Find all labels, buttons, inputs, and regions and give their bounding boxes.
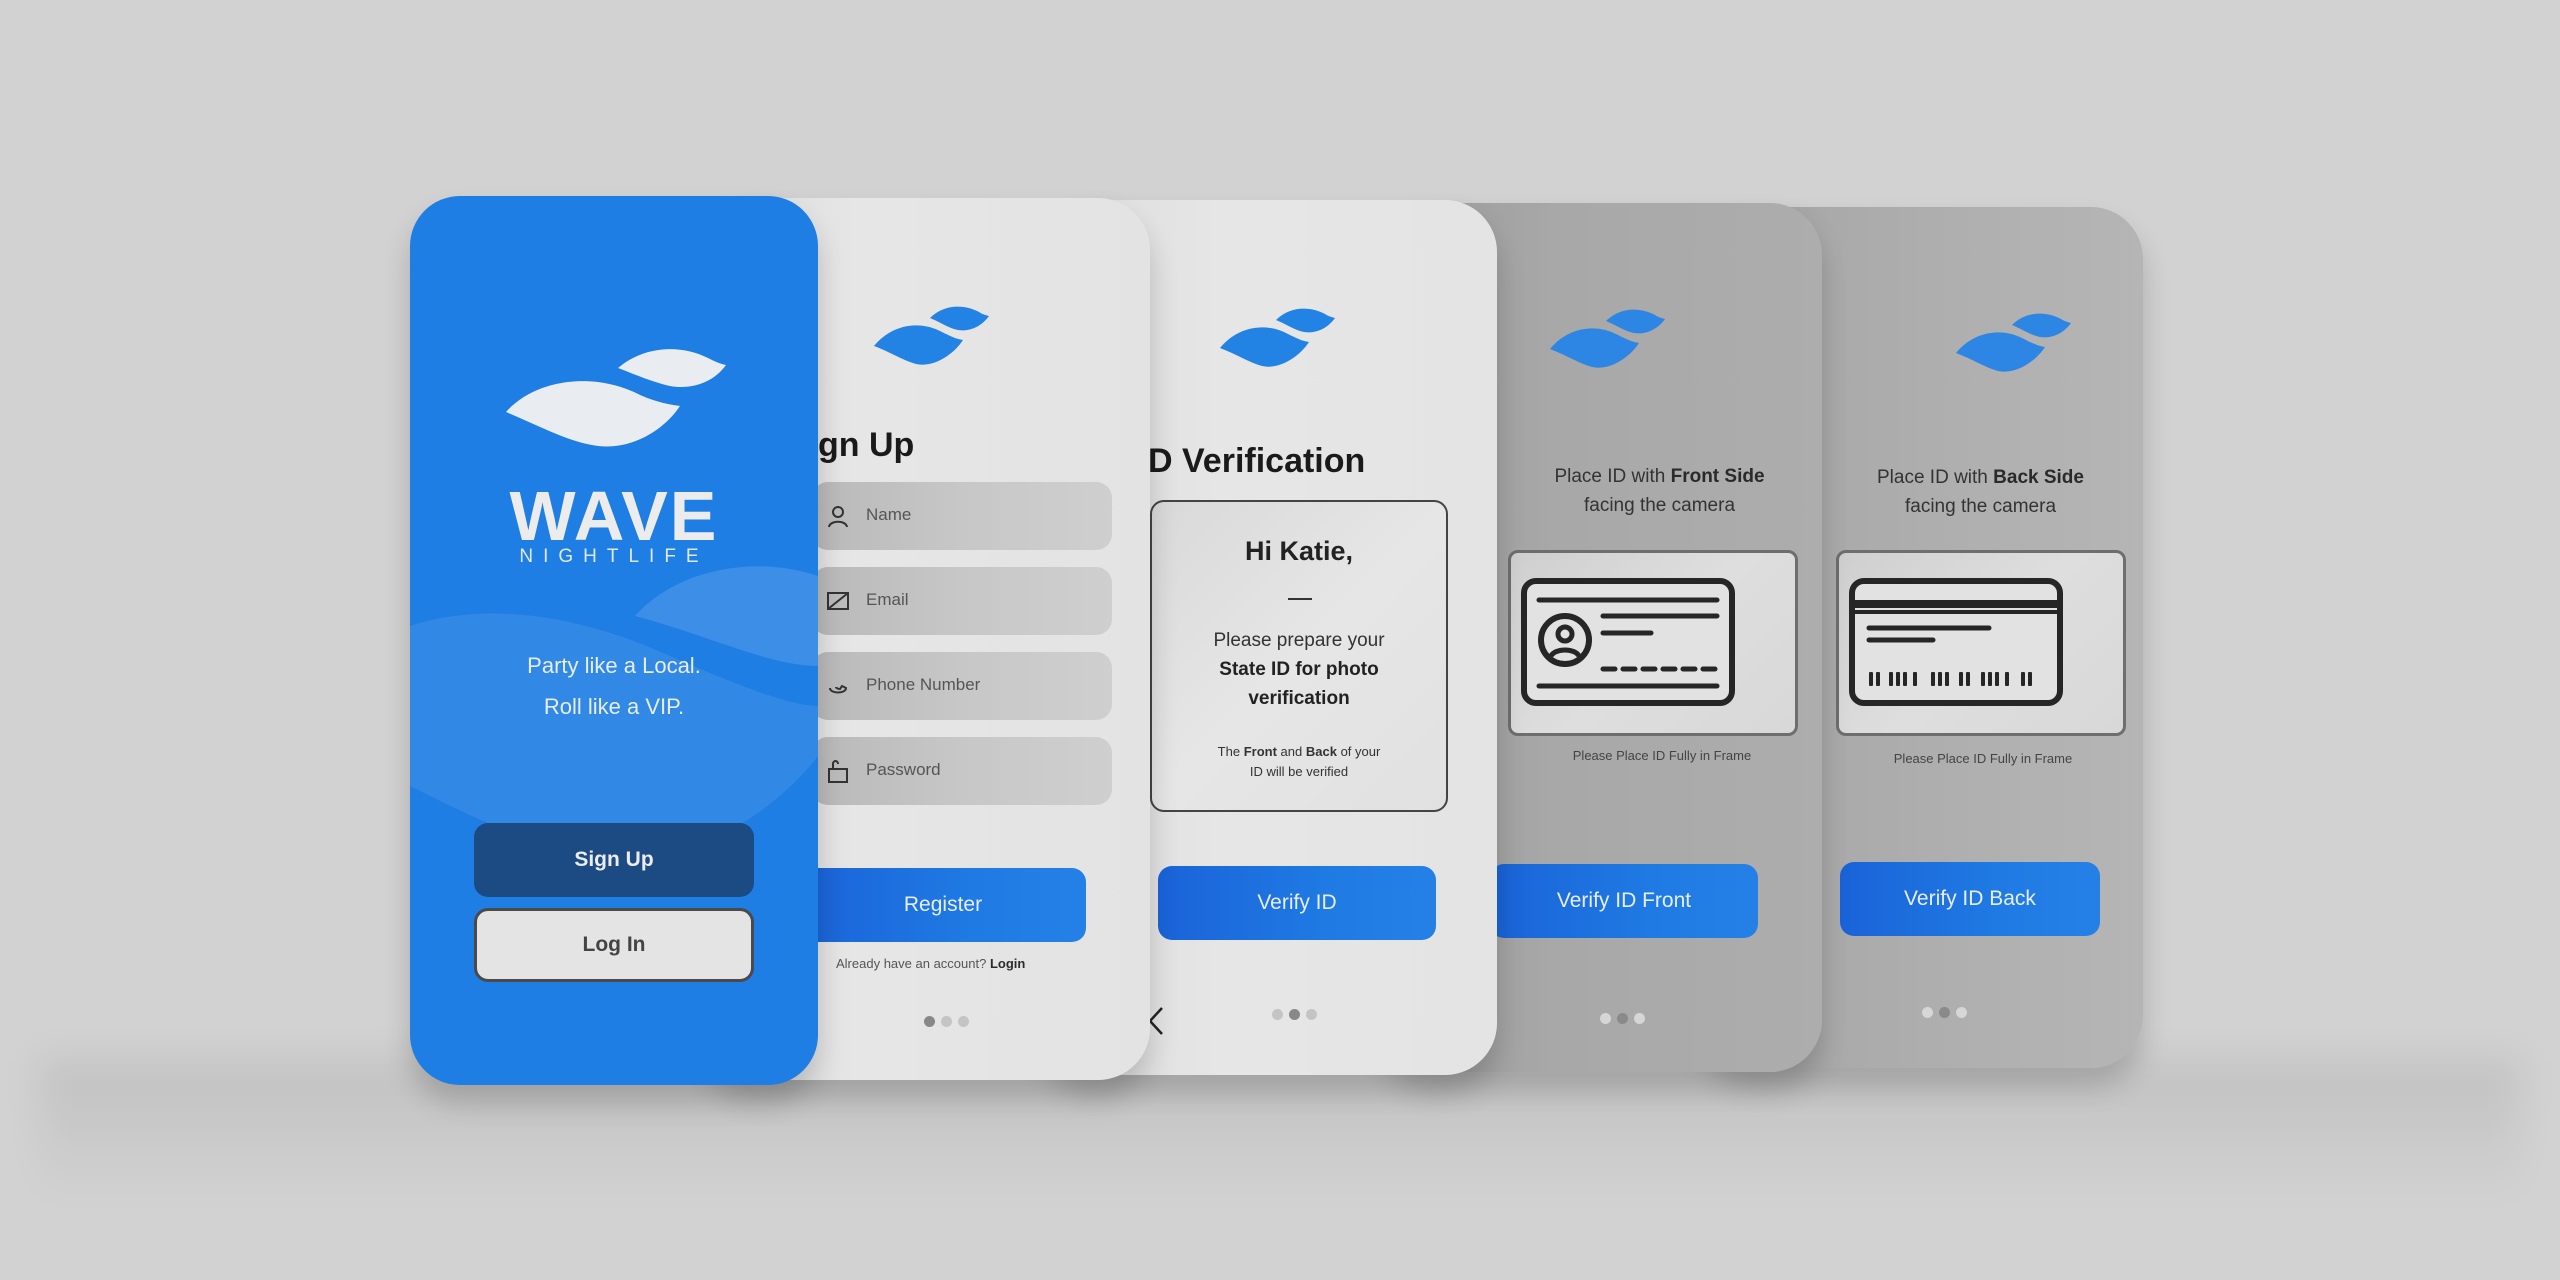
id-card-back-icon bbox=[1849, 578, 2063, 706]
tagline-line2: Roll like a VIP. bbox=[543, 694, 685, 719]
page-indicator bbox=[1922, 1007, 1967, 1018]
wave-logo-icon bbox=[1218, 304, 1344, 370]
instructions-card: Hi Katie, Please prepare your State ID f… bbox=[1150, 500, 1448, 812]
verification-note: The Front and Back of your ID will be ve… bbox=[1217, 744, 1381, 779]
mail-icon bbox=[827, 592, 849, 610]
greeting: Hi Katie, bbox=[1244, 536, 1354, 566]
verify-id-back-button[interactable]: Verify ID Back bbox=[1840, 862, 2100, 936]
verify-id-button[interactable]: Verify ID bbox=[1158, 866, 1436, 940]
page-indicator bbox=[1600, 1013, 1645, 1024]
login-link[interactable]: Login bbox=[990, 956, 1025, 971]
sign-up-button[interactable]: Sign Up bbox=[474, 823, 754, 897]
page-dot[interactable] bbox=[958, 1016, 969, 1027]
name-field[interactable]: Name bbox=[812, 482, 1112, 550]
frame-caption: Please Place ID Fully in Frame bbox=[1572, 748, 1752, 763]
brand-subtitle: NIGHTLIFE bbox=[519, 546, 709, 567]
page-dot[interactable] bbox=[1272, 1009, 1283, 1020]
wave-logo-icon bbox=[504, 346, 730, 450]
email-placeholder: Email bbox=[866, 590, 909, 609]
floor-shadow bbox=[40, 1060, 2520, 1200]
password-field[interactable]: Password bbox=[812, 737, 1112, 805]
page-indicator bbox=[924, 1016, 969, 1027]
login-prompt: Already have an account? Login bbox=[836, 956, 1026, 971]
page-dot[interactable] bbox=[941, 1016, 952, 1027]
wave-logo-icon bbox=[1548, 305, 1674, 371]
phone-field[interactable]: Phone Number bbox=[812, 652, 1112, 720]
password-placeholder: Password bbox=[866, 760, 941, 779]
page-dot-active[interactable] bbox=[1617, 1013, 1628, 1024]
page-title: gn Up bbox=[818, 426, 915, 464]
log-in-button[interactable]: Log In bbox=[474, 908, 754, 982]
prepare-message: Please prepare your State ID for photo v… bbox=[1213, 630, 1385, 709]
welcome-screen: WAVE NIGHTLIFE Party like a Local. Roll … bbox=[410, 196, 818, 1085]
page-dot[interactable] bbox=[1922, 1007, 1933, 1018]
camera-frame[interactable] bbox=[1508, 550, 1798, 736]
name-placeholder: Name bbox=[866, 505, 912, 524]
camera-frame[interactable] bbox=[1836, 550, 2126, 736]
wave-logo-icon bbox=[872, 302, 998, 368]
user-icon bbox=[828, 506, 848, 528]
page-dot-active[interactable] bbox=[1939, 1007, 1950, 1018]
page-dot[interactable] bbox=[1600, 1013, 1611, 1024]
instruction-text: Place ID with Front Side facing the came… bbox=[1554, 466, 1765, 516]
tagline-line1: Party like a Local. bbox=[527, 653, 701, 678]
wave-logo-icon bbox=[1954, 309, 2080, 375]
page-dot-active[interactable] bbox=[1289, 1009, 1300, 1020]
divider bbox=[1288, 598, 1312, 600]
verify-id-front-button[interactable]: Verify ID Front bbox=[1490, 864, 1758, 938]
email-field[interactable]: Email bbox=[812, 567, 1112, 635]
brand-name: WAVE bbox=[509, 477, 719, 555]
lock-icon bbox=[828, 760, 848, 783]
page-dot[interactable] bbox=[1306, 1009, 1317, 1020]
page-dot[interactable] bbox=[1634, 1013, 1645, 1024]
phone-placeholder: Phone Number bbox=[866, 675, 981, 694]
frame-caption: Please Place ID Fully in Frame bbox=[1893, 751, 2073, 766]
page-indicator bbox=[1272, 1009, 1317, 1020]
id-card-front-icon bbox=[1521, 578, 1735, 706]
page-dot[interactable] bbox=[1956, 1007, 1967, 1018]
phone-icon bbox=[829, 684, 848, 694]
instruction-text: Place ID with Back Side facing the camer… bbox=[1877, 467, 2084, 517]
register-button[interactable]: Register bbox=[800, 868, 1086, 942]
page-dot-active[interactable] bbox=[924, 1016, 935, 1027]
page-title: D Verification bbox=[1148, 442, 1366, 480]
